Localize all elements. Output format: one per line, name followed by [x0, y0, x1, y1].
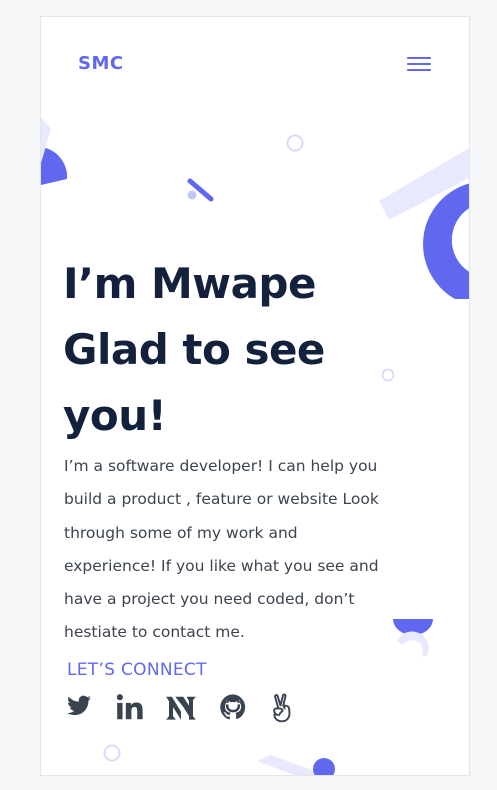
angellist-icon	[273, 693, 291, 723]
medium-link[interactable]	[165, 693, 197, 721]
medium-icon	[166, 696, 196, 720]
hero-title: I’m Mwape Glad to see you!	[63, 251, 363, 449]
hero-title-line: you!	[63, 391, 167, 440]
github-link[interactable]	[219, 693, 247, 721]
decor-ring-mid	[381, 368, 395, 382]
decor-half-circle-left	[41, 147, 68, 185]
hero-intro-line: I’m a software developer! I can help you	[64, 457, 378, 475]
page-card: SMC I’m Mwape Glad to see you! I’m a sof…	[40, 16, 470, 776]
decor-ring-top	[286, 134, 304, 152]
linkedin-link[interactable]	[116, 693, 144, 721]
hero-title-line: I’m Mwape	[63, 259, 316, 308]
twitter-link[interactable]	[65, 693, 93, 719]
github-icon	[220, 694, 246, 720]
hero-intro: I’m a software developer! I can help you…	[64, 450, 454, 650]
hero-intro-line: build a product , feature or website Loo…	[64, 490, 379, 509]
hero-intro-line: experience! If you like what you see and	[64, 556, 379, 575]
hero-intro-line: have a project you need coded, don’t	[64, 590, 355, 609]
decor-big-arc	[423, 183, 469, 299]
lets-connect-link[interactable]: LET’S CONNECT	[67, 660, 207, 680]
linkedin-icon	[116, 694, 143, 720]
hero-intro-line: hestiate to contact me.	[64, 623, 245, 642]
twitter-icon	[67, 695, 91, 716]
decor-bottom-dot	[313, 758, 335, 775]
angellist-link[interactable]	[269, 693, 295, 723]
decor-dot-small	[187, 190, 197, 200]
decor-ring-bottom	[103, 744, 121, 762]
hero-title-line: Glad to see	[63, 325, 325, 374]
hero-intro-line: through some of my work and	[64, 523, 298, 542]
